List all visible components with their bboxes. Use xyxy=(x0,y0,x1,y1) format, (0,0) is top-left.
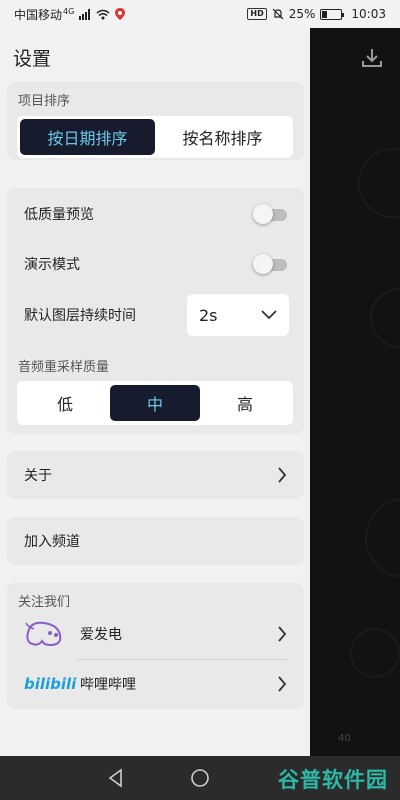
low-quality-preview-label: 低质量预览 xyxy=(24,207,94,223)
demo-mode-label: 演示模式 xyxy=(24,257,80,273)
chevron-right-icon xyxy=(278,467,287,483)
bilibili-logo: bilibili xyxy=(24,675,77,693)
afdian-row[interactable]: 爱发电 xyxy=(7,613,304,655)
follow-us-card: 关注我们 爱发电 bilibili 哔哩哔哩 xyxy=(7,583,304,709)
about-label: 关于 xyxy=(24,468,52,484)
sort-by-date-button[interactable]: 按日期排序 xyxy=(20,119,155,155)
join-channel-card[interactable]: 加入频道 xyxy=(7,517,304,565)
battery-percent: 25% xyxy=(288,7,316,21)
carrier-label: 中国移动 xyxy=(14,7,63,22)
bilibili-label: 哔哩哔哩 xyxy=(80,677,136,693)
system-nav-bar: 谷普软件园 xyxy=(0,756,400,800)
follow-us-label: 关注我们 xyxy=(18,595,71,610)
afdian-logo xyxy=(25,621,62,647)
demo-mode-row: 演示模式 xyxy=(7,246,304,282)
sort-by-name-button[interactable]: 按名称排序 xyxy=(155,119,290,155)
sort-label: 项目排序 xyxy=(18,94,71,109)
about-row: 关于 xyxy=(7,451,304,499)
default-layer-duration-label: 默认图层持续时间 xyxy=(24,308,136,324)
audio-quality-high-button[interactable]: 高 xyxy=(200,385,290,421)
join-channel-label: 加入频道 xyxy=(24,534,80,550)
sort-card: 项目排序 按日期排序 按名称排序 xyxy=(7,82,304,160)
mute-bell-icon xyxy=(272,8,284,20)
watermark: 谷普软件园 xyxy=(278,768,388,792)
clock: 10:03 xyxy=(351,7,386,21)
layer-duration-value: 2s xyxy=(199,305,218,325)
wifi-icon xyxy=(96,9,110,19)
audio-resample-label: 音频重采样质量 xyxy=(18,360,110,375)
home-icon[interactable] xyxy=(188,766,212,790)
audio-quality-medium-button[interactable]: 中 xyxy=(110,385,200,421)
audio-quality-segmented-control: 低 中 高 xyxy=(17,381,293,425)
back-icon[interactable] xyxy=(104,766,128,790)
signal-icon xyxy=(79,8,91,20)
low-quality-preview-row: 低质量预览 xyxy=(7,196,304,232)
divider xyxy=(77,659,287,660)
battery-icon xyxy=(320,8,345,20)
background-content: 40 xyxy=(310,28,400,756)
download-icon[interactable] xyxy=(360,46,384,70)
afdian-label: 爱发电 xyxy=(80,627,122,643)
audio-quality-low-button[interactable]: 低 xyxy=(20,385,110,421)
chevron-right-icon xyxy=(278,676,287,692)
layer-duration-select[interactable]: 2s xyxy=(187,294,289,336)
chevron-down-icon xyxy=(261,310,277,320)
settings-drawer: 设置 项目排序 按日期排序 按名称排序 低质量预览 演示模式 默认图层持续时间 … xyxy=(0,28,310,756)
network-type: 4G xyxy=(63,6,75,16)
background-label: 40 xyxy=(338,733,351,744)
preferences-card: 低质量预览 演示模式 默认图层持续时间 2s 音频重采样质量 低 中 高 xyxy=(7,188,304,434)
hd-icon: HD xyxy=(247,8,267,20)
status-bar: 中国移动 4G HD 25% 10:03 xyxy=(0,0,400,28)
demo-mode-toggle[interactable] xyxy=(253,254,287,274)
chevron-right-icon xyxy=(278,626,287,642)
low-quality-preview-toggle[interactable] xyxy=(253,204,287,224)
join-channel-row: 加入频道 xyxy=(7,517,304,565)
about-card[interactable]: 关于 xyxy=(7,451,304,499)
sort-segmented-control: 按日期排序 按名称排序 xyxy=(17,116,293,158)
location-icon xyxy=(115,8,126,20)
bilibili-row[interactable]: bilibili 哔哩哔哩 xyxy=(7,663,304,705)
drawer-title: 设置 xyxy=(13,48,52,70)
